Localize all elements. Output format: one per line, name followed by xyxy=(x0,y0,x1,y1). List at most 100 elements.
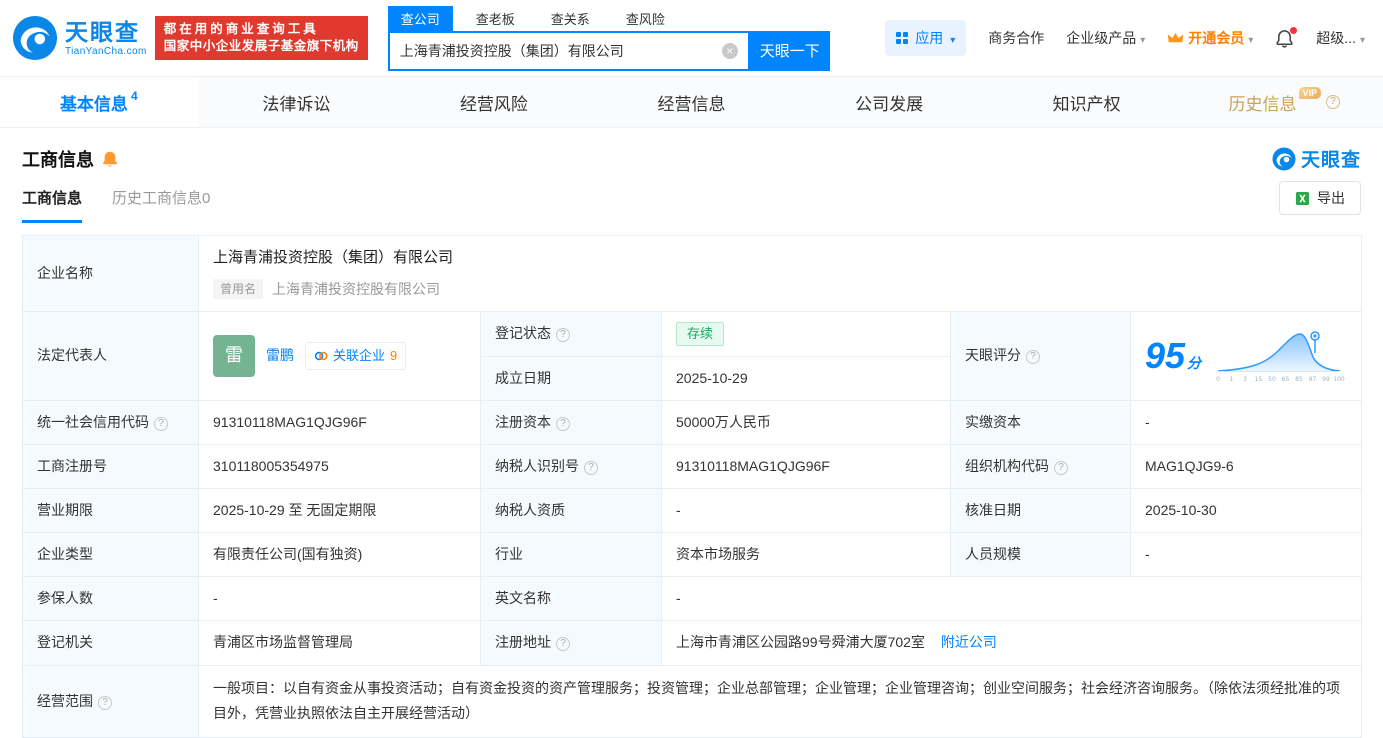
help-icon[interactable] xyxy=(1054,461,1068,476)
table-row: 法定代表人 雷 雷鹏 关联企业 9 登记状态? 存续 天眼评分? 95 分 0 … xyxy=(22,310,1363,401)
username: 超级... xyxy=(1316,30,1356,46)
registry-value: 青浦区市场监督管理局 xyxy=(198,620,481,666)
reg-status-label: 登记状态 xyxy=(480,310,662,357)
staff-size-label: 人员规模 xyxy=(950,532,1131,578)
table-row: 工商注册号 310118005354975 纳税人识别号 91310118MAG… xyxy=(22,444,1363,490)
chevron-down-icon xyxy=(950,30,955,46)
notification-bell-icon[interactable] xyxy=(1275,26,1298,48)
search-input[interactable] xyxy=(399,42,722,59)
tianyancha-watermark-icon xyxy=(1272,147,1296,170)
legal-rep-avatar[interactable]: 雷 xyxy=(213,334,255,377)
staff-size-value: - xyxy=(1129,532,1363,578)
chevron-down-icon xyxy=(1140,30,1145,46)
apps-menu-label: 应用 xyxy=(915,30,944,46)
company-name: 上海青浦投资控股（集团）有限公司 xyxy=(213,249,454,266)
header-menu: 应用 商务合作 企业级产品 开通会员 超级... xyxy=(885,20,1371,56)
vip-badge: VIP xyxy=(1298,87,1322,99)
main-content: 工商信息 天眼查 工商信息 历史工商信息0 导出 企业名称 上海青浦投资控股（集… xyxy=(0,128,1383,738)
subtab-business-info[interactable]: 工商信息 xyxy=(22,187,83,223)
help-icon[interactable] xyxy=(584,461,598,476)
score-axis-tick: 3 xyxy=(1243,376,1247,383)
address-value: 上海市青浦区公园路99号舜浦大厦702室 xyxy=(676,634,925,651)
approval-date-value: 2025-10-30 xyxy=(1129,488,1363,534)
section-title: 工商信息 xyxy=(22,149,94,170)
help-icon[interactable] xyxy=(154,416,168,431)
slogan-line-1: 都在用的商业查询工具 xyxy=(163,22,319,36)
subtab-history-business-info[interactable]: 历史工商信息0 xyxy=(112,187,210,223)
industry-value: 资本市场服务 xyxy=(661,532,951,578)
search-tab-boss[interactable]: 查老板 xyxy=(463,6,528,31)
score-axis-tick: 97 xyxy=(1309,376,1317,383)
tab-operation-info[interactable]: 经营信息 xyxy=(593,77,791,127)
clear-search-icon[interactable] xyxy=(721,42,738,59)
crown-icon xyxy=(1168,32,1184,43)
tab-company-development[interactable]: 公司发展 xyxy=(790,77,988,127)
tab-basic-info[interactable]: 基本信息 4 xyxy=(0,77,198,127)
score-axis-tick: 1 xyxy=(1230,376,1234,383)
former-name-badge: 曾用名 xyxy=(213,279,264,300)
tab-legal-proceedings[interactable]: 法律诉讼 xyxy=(198,77,396,127)
industry-label: 行业 xyxy=(480,532,662,578)
help-icon[interactable] xyxy=(556,637,570,652)
search-tab-company[interactable]: 查公司 xyxy=(387,5,453,31)
taxpayer-quality-label: 纳税人资质 xyxy=(480,488,662,534)
export-button[interactable]: 导出 xyxy=(1279,181,1361,215)
tianyancha-watermark: 天眼查 xyxy=(1272,145,1361,172)
help-icon[interactable] xyxy=(1026,350,1040,365)
table-row: 统一社会信用代码 91310118MAG1QJG96F 注册资本 50000万人… xyxy=(22,399,1363,446)
legal-rep-name-link[interactable]: 雷鹏 xyxy=(266,344,294,367)
chevron-down-icon xyxy=(1360,30,1365,46)
enterprise-products-menu[interactable]: 企业级产品 xyxy=(1066,28,1145,48)
search-area: 查公司 查老板 查关系 查风险 天眼一下 xyxy=(387,5,830,71)
related-companies-icon xyxy=(314,351,328,361)
tab-operation-risk[interactable]: 经营风险 xyxy=(395,77,593,127)
nearby-companies-link[interactable]: 附近公司 xyxy=(941,634,997,650)
tab-history-info[interactable]: 历史信息 VIP xyxy=(1185,77,1383,127)
subscribe-bell-icon[interactable] xyxy=(101,150,119,168)
english-name-value: - xyxy=(660,576,1363,622)
insured-count-label: 参保人数 xyxy=(22,576,199,622)
reg-number-value: 310118005354975 xyxy=(198,444,481,490)
reg-status-cell: 存续 xyxy=(661,310,951,357)
business-scope-label: 经营范围 xyxy=(22,664,199,738)
excel-icon xyxy=(1295,191,1310,205)
help-icon[interactable] xyxy=(556,416,570,431)
address-label: 注册地址 xyxy=(480,620,662,666)
credit-code-label: 统一社会信用代码 xyxy=(22,399,199,446)
paid-capital-value: - xyxy=(1129,399,1363,446)
related-companies-count: 9 xyxy=(390,348,398,364)
vip-upgrade-menu[interactable]: 开通会员 xyxy=(1167,28,1253,48)
help-icon[interactable] xyxy=(98,695,112,710)
help-icon[interactable] xyxy=(556,328,570,343)
tianyancha-logo[interactable]: 天眼查 TianYanCha.com xyxy=(12,15,147,61)
company-name-cell: 上海青浦投资控股（集团）有限公司 曾用名 上海青浦投资控股有限公司 xyxy=(197,235,1363,312)
score-distribution-chart: 0 1 3 15 50 65 85 97 99 100 xyxy=(1216,331,1345,383)
company-section-nav: 基本信息 4 法律诉讼 经营风险 经营信息 公司发展 知识产权 历史信息 VIP xyxy=(0,77,1383,128)
user-menu[interactable]: 超级... xyxy=(1316,28,1365,48)
score-axis-tick: 50 xyxy=(1268,376,1276,383)
slogan-banner: 都在用的商业查询工具 国家中小企业发展子基金旗下机构 xyxy=(154,16,368,60)
former-name: 上海青浦投资控股有限公司 xyxy=(272,280,441,297)
approval-date-label: 核准日期 xyxy=(950,488,1131,534)
business-scope-value: 一般项目：以自有资金从事投资活动；自有资金投资的资产管理服务；投资管理；企业总部… xyxy=(213,679,1340,722)
search-box xyxy=(387,30,750,71)
company-name-label: 企业名称 xyxy=(22,235,199,312)
business-cooperation-link[interactable]: 商务合作 xyxy=(988,28,1044,48)
legal-rep-cell: 雷 雷鹏 关联企业 9 xyxy=(198,310,481,401)
reg-capital-value: 50000万人民币 xyxy=(661,399,951,446)
insured-count-value: - xyxy=(198,576,481,622)
search-button[interactable]: 天眼一下 xyxy=(749,30,830,71)
score-axis-tick: 15 xyxy=(1255,376,1263,383)
related-companies-badge[interactable]: 关联企业 9 xyxy=(305,342,407,370)
search-tab-risk[interactable]: 查风险 xyxy=(613,6,678,31)
paid-capital-label: 实缴资本 xyxy=(950,399,1131,446)
tab-intellectual-property[interactable]: 知识产权 xyxy=(988,77,1186,127)
logo-subtitle: TianYanCha.com xyxy=(65,45,147,57)
company-type-label: 企业类型 xyxy=(22,532,199,578)
table-row: 企业类型 有限责任公司(国有独资) 行业 资本市场服务 人员规模 - xyxy=(22,532,1363,578)
apps-menu[interactable]: 应用 xyxy=(885,20,967,56)
help-icon[interactable] xyxy=(1326,95,1341,109)
score-label: 天眼评分 xyxy=(950,310,1131,401)
chevron-down-icon xyxy=(1248,30,1253,46)
search-tab-relation[interactable]: 查关系 xyxy=(538,6,603,31)
